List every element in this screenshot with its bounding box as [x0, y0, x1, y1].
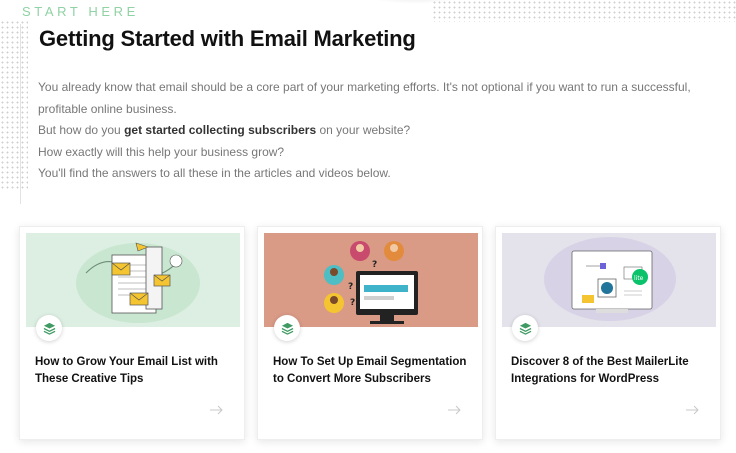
article-card[interactable]: How to Grow Your Email List with These C… — [19, 226, 245, 440]
intro-paragraph-1: You already know that email should be a … — [38, 80, 691, 116]
intro-text-span: But how do you — [38, 123, 125, 138]
article-image-integrations: lite — [502, 233, 716, 327]
intro-highlight: get started collecting subscribers — [124, 123, 317, 138]
card-title[interactable]: How to Grow Your Email List with These C… — [35, 354, 235, 388]
intro-paragraph-3: How exactly will this help your business… — [38, 144, 285, 159]
intro-paragraph-2: But how do you get started collecting su… — [38, 120, 718, 142]
intro-text-span: on your website? — [316, 123, 411, 138]
dot-pattern-top — [432, 0, 736, 22]
svg-text:lite: lite — [634, 275, 644, 282]
layers-icon — [274, 315, 300, 341]
article-card[interactable]: lite Discover 8 of the Best MailerLite I… — [495, 226, 721, 440]
page-title: Getting Started with Email Marketing — [39, 26, 416, 51]
intro-paragraph-4: You'll find the answers to all these in … — [38, 166, 391, 181]
dot-pattern-left — [0, 20, 28, 190]
arrow-right-icon[interactable] — [448, 405, 462, 415]
article-image-segmentation: ??? — [264, 233, 478, 327]
layers-icon — [36, 315, 62, 341]
section-divider — [20, 24, 21, 204]
card-title[interactable]: Discover 8 of the Best MailerLite Integr… — [511, 354, 711, 388]
layers-icon — [512, 315, 538, 341]
card-title[interactable]: How To Set Up Email Segmentation to Conv… — [273, 354, 473, 388]
arrow-right-icon[interactable] — [210, 405, 224, 415]
svg-text:?: ? — [348, 282, 353, 292]
svg-text:?: ? — [350, 298, 355, 308]
article-image-email-list — [26, 233, 240, 327]
svg-text:?: ? — [372, 260, 377, 270]
arrow-right-icon[interactable] — [686, 405, 700, 415]
section-eyebrow: START HERE — [22, 4, 139, 19]
intro-text: You already know that email should be a … — [38, 77, 718, 185]
article-card[interactable]: ??? How To Set Up Email Segmentation to … — [257, 226, 483, 440]
